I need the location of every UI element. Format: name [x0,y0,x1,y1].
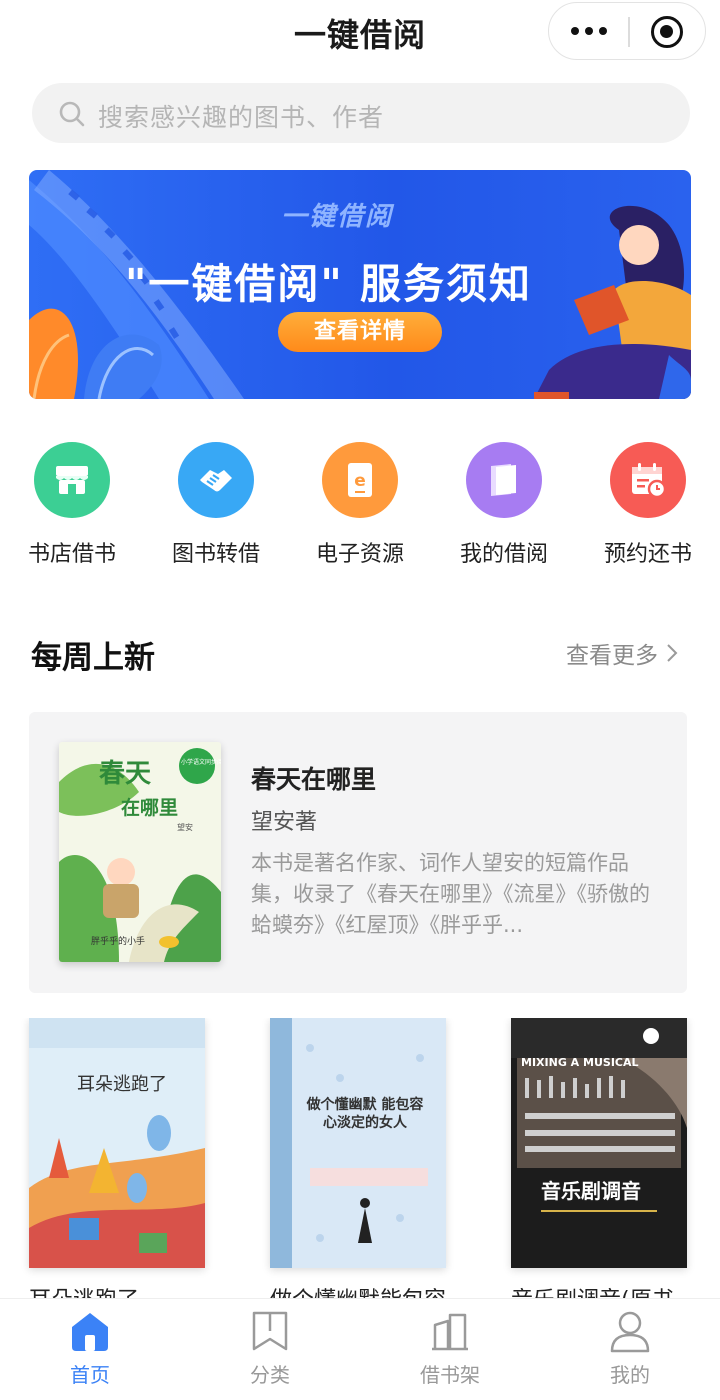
entry-label: 书店借书 [27,542,116,567]
view-more-link[interactable]: 查看更多 [566,636,678,670]
navigation-bar: 一键借阅 [0,0,720,64]
search-icon [59,101,85,127]
notice-banner[interactable]: 一键借阅 "一键借阅" 服务须知 查看详情 [29,170,691,399]
entry-label: 我的借阅 [459,542,548,567]
banner-headline: "一键借阅" 服务须知 [125,260,532,308]
home-icon [72,1313,108,1351]
user-icon [610,1311,650,1353]
book-cover-art: 春天 在哪里 望安 小学语文同步阅读 胖乎乎的小手 [59,742,221,962]
book-cover-art: MIXING A MUSICAL 音乐剧调音 [511,1018,687,1268]
book-title: 音乐剧调音(原书 [511,1282,711,1298]
tab-bookshelf[interactable]: 借书架 [360,1299,540,1399]
book-icon [466,442,542,518]
search-placeholder: 搜索感兴趣的图书、作者 [98,103,385,132]
featured-book-card[interactable]: 春天 在哪里 望安 小学语文同步阅读 胖乎乎的小手 春天在哪里 望安著 本书是著… [29,712,687,993]
cover-subtitle: 胖乎乎的小手 [91,935,145,947]
book-cover: 做个懂幽默 能包容 心淡定的女人 [270,1018,446,1268]
calendar-clock-icon [610,442,686,518]
cover-title: 耳朵逃跑了 [77,1074,167,1095]
book-cover: 春天 在哪里 望安 小学语文同步阅读 胖乎乎的小手 [59,742,221,962]
tab-bar: 首页 分类 借书架 我的 [0,1298,720,1400]
featured-book-title: 春天在哪里 [251,765,377,794]
more-menu-button[interactable] [549,3,629,59]
close-mini-program-icon[interactable] [651,16,683,48]
featured-book-description: 本书是著名作家、词作人望安的短篇作品集，收录了《春天在哪里》《流星》《骄傲的蛤蟆… [251,851,650,937]
more-dot-icon [571,27,579,35]
tab-mine[interactable]: 我的 [540,1299,720,1399]
view-details-button[interactable]: 查看详情 [278,312,442,352]
mini-program-capsule [548,2,706,60]
store-icon [34,442,110,518]
entry-label: 预约还书 [603,542,692,567]
capsule-divider [628,17,630,47]
book-cover: 耳朵逃跑了 [29,1018,205,1268]
cover-title-line2: 在哪里 [121,796,178,819]
entry-e-resources[interactable]: e 电子资源 [298,440,422,570]
entry-label: 电子资源 [315,542,404,567]
book-cover-art: 做个懂幽默 能包容 心淡定的女人 [270,1018,446,1268]
entry-bookstore-borrow[interactable]: 书店借书 [10,440,134,570]
new-books-row: 耳朵逃跑了 耳朵逃跑了 做个懂幽默 能包容 心淡定的女人 做个懂幽默能包容 [0,1018,720,1298]
tab-label: 我的 [610,1363,650,1387]
section-title: 每周上新 [31,640,155,676]
bookmark-icon [252,1311,288,1351]
cover-english-title: MIXING A MUSICAL [521,1056,639,1069]
quick-entry-grid: 书店借书 图书转借 e 电子资源 我的借阅 预约还书 [0,440,720,570]
ebook-icon: e [322,442,398,518]
handshake-icon [178,442,254,518]
cover-title: 音乐剧调音 [541,1179,641,1203]
entry-reserve-return[interactable]: 预约还书 [586,440,710,570]
chevron-right-icon [667,644,678,662]
entry-book-transfer[interactable]: 图书转借 [154,440,278,570]
tab-label: 首页 [70,1363,110,1387]
tab-home[interactable]: 首页 [0,1299,180,1399]
cover-title: 做个懂幽默 能包容 心淡定的女人 [306,1097,424,1131]
cover-author: 望安 [177,822,193,832]
cover-title-line1: 春天 [99,759,151,789]
tab-label: 借书架 [420,1363,480,1387]
book-cover-art: 耳朵逃跑了 [29,1018,205,1268]
tab-label: 分类 [250,1363,290,1387]
entry-label: 图书转借 [171,542,260,567]
more-dot-icon [599,27,607,35]
more-dot-icon [585,27,593,35]
tab-category[interactable]: 分类 [180,1299,360,1399]
view-more-label: 查看更多 [566,643,658,669]
book-cover: MIXING A MUSICAL 音乐剧调音 [511,1018,687,1268]
entry-my-borrowing[interactable]: 我的借阅 [442,440,566,570]
bookshelf-icon [432,1313,468,1351]
book-title: 耳朵逃跑了 [29,1282,229,1298]
svg-text:e: e [354,471,366,491]
featured-book-author: 望安著 [251,810,318,835]
banner-logo: 一键借阅 [281,202,394,232]
search-input[interactable]: 搜索感兴趣的图书、作者 [32,83,690,143]
book-title: 做个懂幽默能包容 [270,1282,470,1298]
cover-series: 小学语文同步阅读 [181,758,221,766]
